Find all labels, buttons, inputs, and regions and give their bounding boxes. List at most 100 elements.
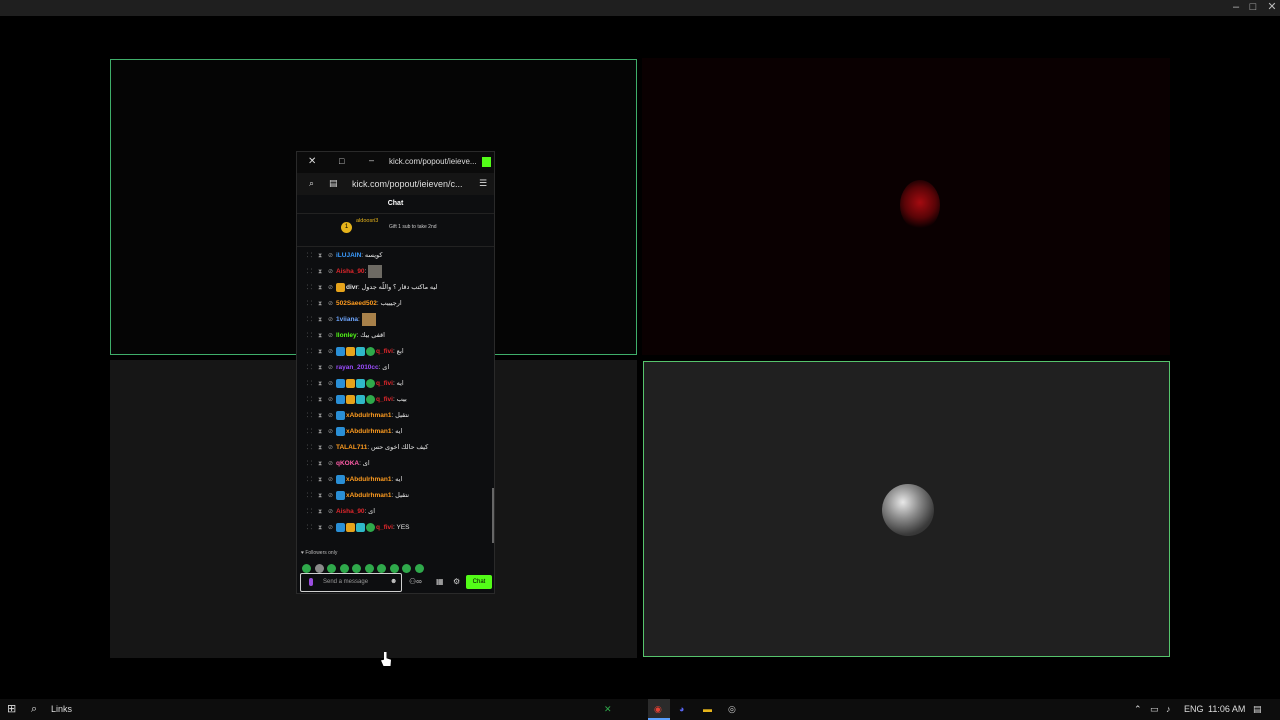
avatar <box>882 484 934 536</box>
chat-username[interactable]: llonley <box>336 332 357 339</box>
chat-scrollbar[interactable] <box>492 488 494 543</box>
chat-username[interactable]: 1viiana <box>336 316 358 323</box>
verified-badge-icon <box>366 522 375 532</box>
app-icon[interactable]: ◎ <box>728 699 736 720</box>
video-tile-2[interactable] <box>642 58 1170 355</box>
chat-username[interactable]: rayan_2010cc <box>336 364 379 371</box>
verified-badge-icon <box>366 394 375 404</box>
clock[interactable]: 11:06 AM <box>1208 699 1245 720</box>
emote-icon[interactable] <box>314 564 324 573</box>
emote-icon[interactable] <box>339 564 349 573</box>
maximize-icon[interactable]: □ <box>1243 0 1263 16</box>
chat-username[interactable]: xAbdulrhman1 <box>346 476 392 483</box>
emote-icon[interactable] <box>352 564 361 573</box>
volume-icon[interactable]: ♪ <box>1166 699 1171 720</box>
list-item[interactable]: ⸬ ⧗ ⊘ iLUJAIN: كويسه <box>297 248 490 264</box>
chat-username[interactable]: qKOKA <box>336 460 359 467</box>
close-icon[interactable]: ✕ <box>1262 0 1280 16</box>
maximize-icon[interactable]: □ <box>339 156 344 166</box>
url-text: kick.com/popout/ieieven/c... <box>352 179 463 189</box>
chrome-icon: ◉ <box>654 704 662 714</box>
chat-username[interactable]: divr <box>346 284 358 291</box>
windows-start-icon[interactable]: ⊞ <box>7 699 16 720</box>
emote-icon[interactable] <box>402 564 411 573</box>
chat-message-input[interactable]: Send a message ☻ <box>300 573 402 592</box>
list-item[interactable]: ⸬ ⧗ ⊘ 1viiana: <box>297 312 490 328</box>
search-label[interactable]: Links <box>51 699 72 720</box>
folder-icon[interactable]: ▬ <box>703 699 712 720</box>
followers-only-label: ♥ Followers only <box>301 550 338 556</box>
search-icon[interactable]: ⌕ <box>31 699 37 720</box>
list-item[interactable]: ⸬ ⧗ ⊘ llonley: اقفى بيك <box>297 328 490 344</box>
list-item[interactable]: ⸬ ⧗ ⊘ Aisha_90: <box>297 264 490 280</box>
chat-username[interactable]: q_fivi <box>376 396 393 403</box>
chat-username[interactable]: q_fivi <box>376 524 393 531</box>
discord-icon[interactable]: ◕ <box>679 699 684 720</box>
emote-icon[interactable] <box>377 564 386 573</box>
chat-username[interactable]: xAbdulrhman1 <box>346 428 392 435</box>
send-chat-button[interactable]: Chat <box>466 575 492 589</box>
users-icon[interactable]: ⚇∞ <box>409 577 422 586</box>
chat-username[interactable]: xAbdulrhman1 <box>346 492 392 499</box>
list-item[interactable]: ⸬ ⧗ ⊘ divr: ليه ماكتب دقار ؟ واللّه جدول <box>297 280 490 296</box>
chat-text: ايه <box>396 380 404 387</box>
chat-username[interactable]: iLUJAIN <box>336 252 361 259</box>
list-item[interactable]: ⸬ ⧗ ⊘ 502Saeed502: ارجيييب <box>297 296 490 312</box>
notification-icon[interactable]: ▤ <box>1253 699 1262 720</box>
badge-icon <box>356 394 365 404</box>
list-item[interactable]: ⸬ ⧗ ⊘ xAbdulrhman1: نتقيل <box>297 488 490 504</box>
chat-text: ايه <box>395 428 403 435</box>
chat-username[interactable]: TALAL711 <box>336 444 367 451</box>
settings-icon[interactable]: ☰ <box>479 178 487 189</box>
emote-icon[interactable] <box>389 564 399 573</box>
taskbar: ⊞ ⌕ Links ✕ ◉ ◕ ▬ ◎ ⌃ ▭ ♪ ENG 11:06 AM ▤ <box>0 699 1280 720</box>
network-icon[interactable]: ▭ <box>1150 699 1159 720</box>
video-tile-4[interactable] <box>643 361 1170 657</box>
list-item[interactable]: ⸬ ⧗ ⊘ xAbdulrhman1: ايه <box>297 424 490 440</box>
gift-sub-note: Gift 1 sub to take 2nd <box>389 224 437 230</box>
microphone-icon[interactable] <box>309 578 313 586</box>
list-item[interactable]: ⸬ ⧗ ⊘ qKOKA: اى <box>297 456 490 472</box>
excel-app-icon[interactable]: ✕ <box>604 699 612 720</box>
chat-message-list[interactable]: ⸬ ⧗ ⊘ iLUJAIN: كويسه ⸬ ⧗ ⊘ Aisha_90: ⸬ ⧗… <box>297 248 490 545</box>
chevron-up-icon[interactable]: ⌃ <box>1134 699 1142 720</box>
list-item[interactable]: ⸬ ⧗ ⊘ xAbdulrhman1: نتقيل <box>297 408 490 424</box>
chat-username[interactable]: 502Saeed502 <box>336 300 377 307</box>
emote-icon[interactable] <box>327 564 336 573</box>
list-item[interactable]: ⸬ ⧗ ⊘ Aisha_90: اى <box>297 504 490 520</box>
list-item[interactable]: ⸬ ⧗ ⊘ q_fivi: بيب <box>297 392 490 408</box>
search-icon[interactable]: ⌕ <box>309 178 314 189</box>
verified-badge-icon <box>366 346 375 356</box>
list-item[interactable]: ⸬ ⧗ ⊘ xAbdulrhman1: ايه <box>297 472 490 488</box>
emote-icon[interactable] <box>364 564 374 573</box>
popup-title: kick.com/popout/ieieve... <box>389 157 477 166</box>
chat-username[interactable]: q_fivi <box>376 380 393 387</box>
emote-icon[interactable] <box>302 564 311 573</box>
chat-username[interactable]: Aisha_90 <box>336 508 365 515</box>
emote-icon[interactable] <box>414 564 424 573</box>
kick-logo-icon <box>482 157 491 167</box>
gift-icon[interactable]: ▦ <box>436 577 444 586</box>
site-info-icon[interactable]: ▤ <box>329 178 338 189</box>
chat-username[interactable]: Aisha_90 <box>336 268 365 275</box>
minimize-icon[interactable]: – <box>369 155 374 165</box>
crown-badge-icon <box>346 394 355 404</box>
video-content <box>900 180 940 230</box>
gear-icon[interactable]: ⚙ <box>453 577 460 586</box>
emoji-icon[interactable]: ☻ <box>390 578 397 585</box>
badge-icon <box>336 378 345 388</box>
badge-icon <box>356 522 365 532</box>
emote-bar[interactable] <box>302 560 427 573</box>
list-item[interactable]: ⸬ ⧗ ⊘ q_fivi: ابع <box>297 344 490 360</box>
close-icon[interactable]: ✕ <box>308 156 316 167</box>
list-item[interactable]: ⸬ ⧗ ⊘ q_fivi: ايه <box>297 376 490 392</box>
list-item[interactable]: ⸬ ⧗ ⊘ rayan_2010cc: اى <box>297 360 490 376</box>
url-bar[interactable]: ⌕ ▤ kick.com/popout/ieieven/c... ☰ <box>297 173 494 195</box>
chat-username[interactable]: xAbdulrhman1 <box>346 412 392 419</box>
language-indicator[interactable]: ENG <box>1184 699 1204 720</box>
badge-icon <box>336 490 345 500</box>
list-item[interactable]: ⸬ ⧗ ⊘ TALAL711: كيف حالك اخوى حس <box>297 440 490 456</box>
list-item[interactable]: ⸬ ⧗ ⊘ q_fivi: YES <box>297 520 490 536</box>
chat-username[interactable]: q_fivi <box>376 348 393 355</box>
popup-title-bar: ✕ □ – kick.com/popout/ieieve... <box>297 152 494 173</box>
